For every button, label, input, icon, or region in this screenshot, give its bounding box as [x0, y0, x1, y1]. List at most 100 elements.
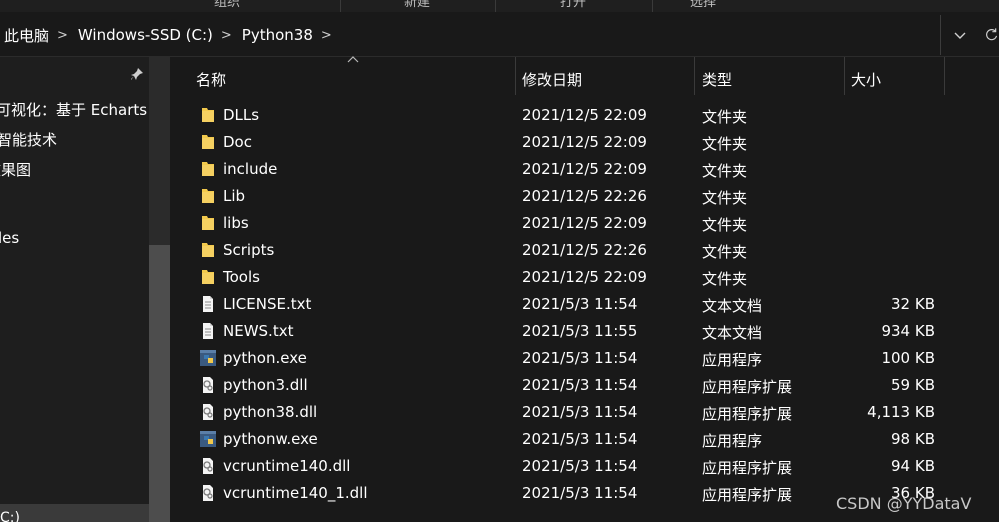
file-modified-date: 2021/12/5 22:09 [522, 133, 647, 151]
file-type: 文本文档 [702, 297, 763, 315]
file-row[interactable]: Doc 2021/12/5 22:09 文件夹 [175, 129, 999, 156]
text-file-icon [199, 295, 217, 313]
file-name: libs [223, 214, 249, 232]
breadcrumb-drive-c[interactable]: Windows-SSD (C:) [74, 26, 215, 44]
file-type: 应用程序扩展 [702, 405, 793, 423]
file-name: vcruntime140_1.dll [223, 484, 368, 502]
breadcrumb-python38[interactable]: Python38 [238, 26, 315, 44]
ribbon-new-button[interactable]: 新建 [404, 0, 430, 10]
pin-icon[interactable] [130, 67, 144, 85]
folder-icon [199, 214, 217, 232]
dll-file-icon [199, 376, 217, 394]
text-file-icon [199, 322, 217, 340]
file-modified-date: 2021/12/5 22:09 [522, 106, 647, 124]
dll-file-icon [199, 484, 217, 502]
column-header-name[interactable]: 名称 [196, 69, 226, 90]
ribbon-divider [652, 0, 653, 12]
nav-item-renderings[interactable]: 效果图 [0, 159, 31, 180]
column-divider[interactable] [515, 57, 516, 95]
nav-item-ai-tech[interactable]: 智能技术 [0, 129, 57, 150]
file-name: python3.dll [223, 376, 308, 394]
folder-icon [199, 241, 217, 259]
file-name: DLLs [223, 106, 260, 124]
file-modified-date: 2021/5/3 11:54 [522, 430, 638, 448]
file-type: 应用程序扩展 [702, 378, 793, 396]
file-type: 文件夹 [702, 270, 748, 288]
chevron-right-icon[interactable]: > [215, 28, 238, 43]
address-bar: 此电脑 > Windows-SSD (C:) > Python38 > [0, 15, 999, 55]
nav-scrollbar-thumb[interactable] [149, 245, 170, 522]
file-modified-date: 2021/12/5 22:09 [522, 214, 647, 232]
file-type: 文件夹 [702, 189, 748, 207]
folder-icon [199, 160, 217, 178]
chevron-down-icon[interactable] [950, 15, 970, 55]
ribbon-toolbar: 组织 新建 打开 选择 [0, 0, 999, 12]
folder-icon [199, 268, 217, 286]
column-divider[interactable] [944, 57, 945, 95]
refresh-icon[interactable] [984, 15, 999, 55]
dll-file-icon [199, 403, 217, 421]
nav-item-echarts[interactable]: 可视化：基于 Echarts - [0, 99, 157, 120]
folder-icon [199, 133, 217, 151]
file-size: 59 KB [891, 376, 935, 394]
file-size: 4,113 KB [867, 403, 935, 421]
file-name: python38.dll [223, 403, 318, 421]
ribbon-divider [340, 0, 341, 12]
python-exe-icon [199, 430, 217, 448]
file-row[interactable]: DLLs 2021/12/5 22:09 文件夹 [175, 102, 999, 129]
file-type: 文件夹 [702, 135, 748, 153]
breadcrumb[interactable]: 此电脑 > Windows-SSD (C:) > Python38 > [0, 15, 941, 55]
ribbon-select-button[interactable]: 选择 [690, 0, 716, 10]
file-type: 应用程序 [702, 351, 763, 369]
nav-item-drive-selected[interactable]: C:) [0, 504, 149, 522]
file-modified-date: 2021/5/3 11:54 [522, 376, 638, 394]
file-size: 934 KB [881, 322, 935, 340]
file-row[interactable]: python.exe 2021/5/3 11:54 应用程序 100 KB [175, 345, 999, 372]
file-type: 文件夹 [702, 216, 748, 234]
chevron-right-icon[interactable]: > [51, 28, 74, 43]
file-name: Scripts [223, 241, 275, 259]
file-modified-date: 2021/5/3 11:54 [522, 349, 638, 367]
column-header-type[interactable]: 类型 [702, 69, 732, 90]
column-header-row: 名称 修改日期 类型 大小 [175, 56, 999, 99]
file-row[interactable]: Lib 2021/12/5 22:26 文件夹 [175, 183, 999, 210]
file-list: 名称 修改日期 类型 大小 DLLs 2021/12/5 22:09 文件夹 Doc 2… [175, 56, 999, 522]
file-row[interactable]: python3.dll 2021/5/3 11:54 应用程序扩展 59 KB [175, 372, 999, 399]
file-row[interactable]: python38.dll 2021/5/3 11:54 应用程序扩展 4,113 KB [175, 399, 999, 426]
python-exe-icon [199, 349, 217, 367]
file-modified-date: 2021/12/5 22:09 [522, 268, 647, 286]
nav-item-files[interactable]: les [0, 229, 19, 247]
file-row[interactable]: NEWS.txt 2021/5/3 11:55 文本文档 934 KB [175, 318, 999, 345]
file-name: vcruntime140.dll [223, 457, 351, 475]
column-divider[interactable] [694, 57, 695, 95]
file-type: 应用程序扩展 [702, 459, 793, 477]
file-row[interactable]: LICENSE.txt 2021/5/3 11:54 文本文档 32 KB [175, 291, 999, 318]
navigation-pane: 可视化：基于 Echarts - 智能技术 效果图 les C:) [0, 57, 170, 522]
column-divider[interactable] [844, 57, 845, 95]
file-modified-date: 2021/12/5 22:26 [522, 241, 647, 259]
file-name: NEWS.txt [223, 322, 294, 340]
file-row[interactable]: vcruntime140.dll 2021/5/3 11:54 应用程序扩展 94 K… [175, 453, 999, 480]
ribbon-divider [495, 0, 496, 12]
column-header-date[interactable]: 修改日期 [522, 69, 582, 90]
file-row[interactable]: include 2021/12/5 22:09 文件夹 [175, 156, 999, 183]
chevron-right-icon[interactable]: > [315, 28, 338, 43]
file-type: 文件夹 [702, 243, 748, 261]
file-row[interactable]: Tools 2021/12/5 22:09 文件夹 [175, 264, 999, 291]
column-header-size[interactable]: 大小 [851, 69, 881, 90]
breadcrumb-this-pc[interactable]: 此电脑 [0, 25, 51, 46]
file-row[interactable]: pythonw.exe 2021/5/3 11:54 应用程序 98 KB [175, 426, 999, 453]
file-size: 32 KB [891, 295, 935, 313]
ribbon-organize-button[interactable]: 组织 [214, 0, 240, 10]
ribbon-open-button[interactable]: 打开 [560, 0, 586, 10]
file-type: 文本文档 [702, 324, 763, 342]
sort-up-icon [347, 53, 359, 67]
file-name: include [223, 160, 278, 178]
file-modified-date: 2021/5/3 11:54 [522, 484, 638, 502]
file-modified-date: 2021/5/3 11:55 [522, 322, 638, 340]
file-modified-date: 2021/5/3 11:54 [522, 295, 638, 313]
file-row[interactable]: libs 2021/12/5 22:09 文件夹 [175, 210, 999, 237]
file-name: python.exe [223, 349, 307, 367]
file-row[interactable]: Scripts 2021/12/5 22:26 文件夹 [175, 237, 999, 264]
file-size: 100 KB [881, 349, 935, 367]
